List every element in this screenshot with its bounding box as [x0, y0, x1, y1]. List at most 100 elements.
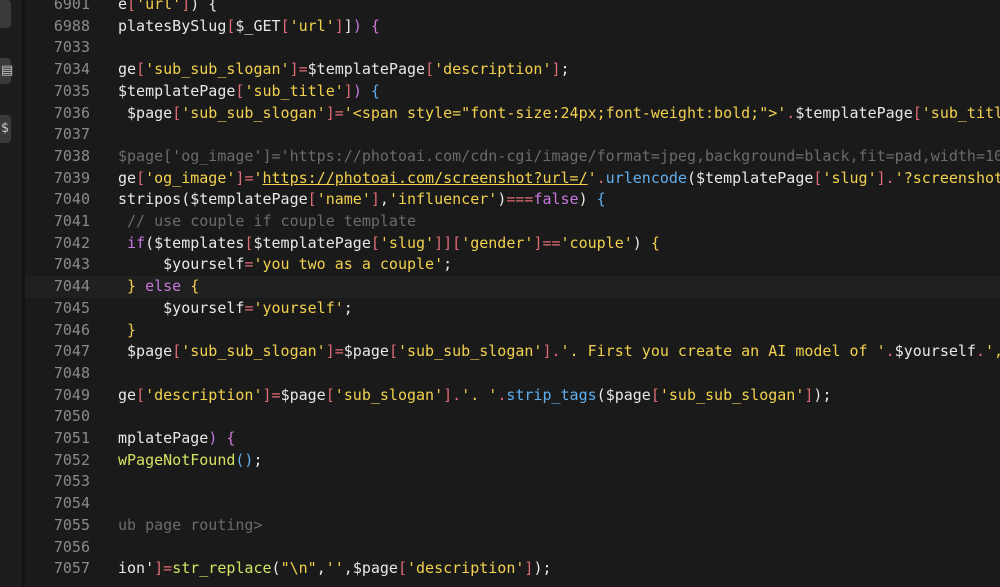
- code-line[interactable]: 7052 wPageNotFound();: [25, 450, 1000, 472]
- code-line[interactable]: 7040 stripos($templatePage['name'],'influ…: [25, 189, 1000, 211]
- code-token: 'couple': [560, 233, 633, 252]
- code-line[interactable]: 7033: [25, 37, 1000, 59]
- code-line[interactable]: 7036 $page['sub_sub_slogan']='<span styl…: [25, 103, 1000, 125]
- dot-icon[interactable]: [0, 0, 11, 28]
- code-text: ge['description']=$page['sub_slogan'].'.…: [118, 385, 831, 407]
- code-token: [: [172, 103, 182, 122]
- code-token: ]: [443, 385, 453, 404]
- code-token: ;: [343, 298, 353, 317]
- code-line[interactable]: 7038 $page['og_image']='https://photoai.c…: [25, 146, 1000, 168]
- code-text: ge['sub_sub_slogan']=$templatePage['desc…: [118, 59, 570, 81]
- code-text: stripos($templatePage['name'],'influence…: [118, 189, 606, 211]
- code-token: {: [370, 81, 380, 100]
- code-token: ]: [443, 233, 453, 252]
- code-token: urlencode: [605, 168, 687, 187]
- code-line[interactable]: 7053: [25, 471, 1000, 493]
- code-text: if($templates[$templatePage['slug']]['ge…: [118, 233, 660, 255]
- code-token: 'slug': [379, 233, 435, 252]
- code-token: $yourself: [118, 255, 245, 274]
- code-token: $templates: [154, 233, 245, 252]
- code-token: [: [397, 559, 407, 578]
- code-token: (: [271, 559, 281, 578]
- code-token: ): [352, 81, 362, 100]
- code-line[interactable]: 7043 $yourself='you two as a couple';: [25, 254, 1000, 276]
- code-token: $templatePage: [695, 168, 814, 187]
- code-token: ]: [343, 81, 353, 100]
- code-token: $page: [352, 559, 398, 578]
- code-token: .: [975, 342, 985, 361]
- code-line[interactable]: 7055 ub page routing>: [25, 515, 1000, 537]
- code-token: $page: [343, 342, 389, 361]
- code-token: .: [497, 385, 507, 404]
- code-text: platesBySlug[$_GET['url']]) {: [118, 16, 380, 38]
- code-token: {: [226, 429, 236, 447]
- line-number: 6988: [53, 16, 90, 35]
- code-line[interactable]: 7048: [25, 363, 1000, 385]
- line-number: 7035: [53, 81, 90, 100]
- code-token: $page: [280, 385, 326, 404]
- code-line[interactable]: 7034 ge['sub_sub_slogan']=$templatePage['…: [25, 59, 1000, 81]
- code-text: ion']=str_replace("\n",'',$page['descrip…: [118, 558, 552, 580]
- code-token: ', and: [984, 342, 1000, 361]
- code-token: ]: [876, 168, 886, 187]
- line-number: 7041: [53, 212, 90, 230]
- code-line[interactable]: 7035 $templatePage['sub_title']) {: [25, 81, 1000, 103]
- code-text: }: [118, 320, 136, 342]
- code-token: =: [334, 342, 344, 361]
- code-text: mplatePage) {: [118, 428, 235, 450]
- code-line[interactable]: 6901 e['url']) {: [25, 0, 1000, 16]
- code-token: [: [325, 385, 335, 404]
- line-number: 7038: [53, 146, 90, 165]
- code-line[interactable]: 7051 mplatePage) {: [25, 428, 1000, 450]
- code-token: strip_tags: [506, 385, 597, 404]
- line-number: 7036: [53, 103, 90, 122]
- code-token: [: [136, 168, 146, 187]
- code-token: ': [587, 168, 597, 187]
- code-token: {: [650, 233, 660, 252]
- code-line[interactable]: 7037: [25, 124, 1000, 146]
- line-number: 7049: [53, 385, 90, 404]
- code-token: "\n": [280, 559, 317, 578]
- code-line[interactable]: 7045 $yourself='yourself';: [25, 298, 1000, 320]
- code-token: 'you two as a couple': [253, 255, 444, 274]
- code-token: str_replace: [172, 559, 272, 578]
- code-line[interactable]: 7057 ion']=str_replace("\n",'',$page['des…: [25, 558, 1000, 580]
- code-token: wPageNotFound: [118, 450, 236, 469]
- code-line[interactable]: 6988 platesBySlug[$_GET['url']]) {: [25, 16, 1000, 38]
- code-token: ': [253, 168, 263, 187]
- code-line[interactable]: 7046 }: [25, 320, 1000, 342]
- code-line[interactable]: 7054: [25, 493, 1000, 515]
- code-token: [: [307, 190, 317, 209]
- code-token: if: [118, 233, 146, 252]
- code-token: 'description': [407, 559, 525, 578]
- code-area[interactable]: 6901 e['url']) {6988 platesBySlug[$_GET['u…: [25, 0, 1000, 587]
- line-number: 7056: [53, 537, 90, 556]
- code-text: } else {: [118, 276, 199, 298]
- code-token: 'description': [434, 60, 552, 79]
- code-line[interactable]: 7047 $page['sub_sub_slogan']=$page['sub_…: [25, 341, 1000, 363]
- code-line[interactable]: 7056: [25, 537, 1000, 559]
- panel-icon[interactable]: ▤: [0, 58, 13, 84]
- code-token: =: [163, 559, 173, 578]
- code-token: .: [551, 342, 561, 361]
- line-number: 7033: [53, 38, 90, 57]
- dollar-icon[interactable]: $: [0, 115, 11, 143]
- code-line[interactable]: 7039 ge['og_image']='https://photoai.com/…: [25, 168, 1000, 190]
- code-line[interactable]: 7041 // use couple if couple template: [25, 211, 1000, 233]
- code-token: ;: [560, 60, 570, 79]
- code-token: '. First you create an AI model of ': [560, 342, 886, 361]
- code-line[interactable]: 7049 ge['description']=$page['sub_slogan'…: [25, 385, 1000, 407]
- line-number: 7039: [53, 168, 90, 187]
- code-line[interactable]: 7050: [25, 406, 1000, 428]
- code-token: .: [885, 342, 895, 361]
- code-token: 'sub_sub_slogan': [181, 342, 326, 361]
- code-token: 'sub_sub_slogan': [659, 385, 805, 404]
- code-line[interactable]: 7042 if($templates[$templatePage['slug']…: [25, 233, 1000, 255]
- code-token: 'description': [145, 385, 263, 404]
- code-token: '. ': [461, 385, 498, 404]
- code-token: else: [136, 277, 182, 296]
- code-line[interactable]: 7044 } else {: [25, 276, 1000, 298]
- code-token: ;: [542, 559, 552, 578]
